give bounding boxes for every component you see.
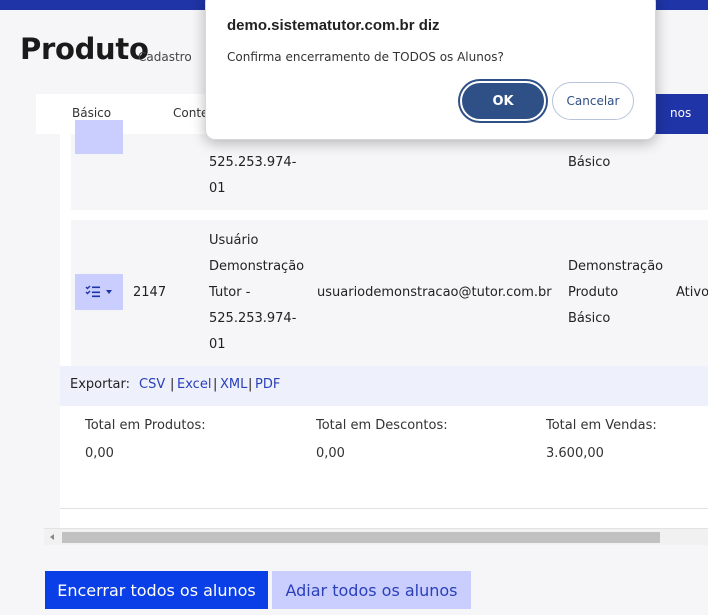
cancel-button[interactable]: Cancelar xyxy=(552,82,634,120)
export-xml-link[interactable]: XML xyxy=(220,377,247,392)
scrollbar-thumb[interactable] xyxy=(62,532,660,543)
export-separator: | xyxy=(213,377,218,392)
close-all-students-button[interactable]: Encerrar todos os alunos xyxy=(45,571,268,609)
table-row: 2147 Usuário Demonstração Tutor - 525.25… xyxy=(71,220,708,366)
product-name: Demonstração Produto Básico xyxy=(568,259,664,326)
dialog-title: demo.sistematutor.com.br diz xyxy=(227,17,440,34)
student-id: 2147 xyxy=(133,285,167,300)
export-csv-link[interactable]: CSV xyxy=(139,377,165,392)
page-title: Produto xyxy=(20,32,149,66)
row-actions-button[interactable] xyxy=(75,274,123,310)
student-name: 525.253.974- 01 xyxy=(209,155,297,196)
total-products: Total em Produtos: 0,00 xyxy=(85,418,206,461)
status-text: Ativo xyxy=(676,285,708,300)
ok-button[interactable]: OK xyxy=(460,81,546,121)
export-pdf-link[interactable]: PDF xyxy=(255,377,280,392)
product-name: Básico xyxy=(568,155,611,170)
caret-down-icon xyxy=(106,290,112,294)
confirm-dialog: demo.sistematutor.com.br diz Confirma en… xyxy=(205,0,656,140)
tab-conteudo[interactable]: Conte xyxy=(173,106,208,120)
export-separator: | xyxy=(170,377,175,392)
tab-basico[interactable]: Básico xyxy=(72,106,111,120)
student-name: Usuário Demonstração Tutor - 525.253.974… xyxy=(209,233,305,352)
totals-section: Total em Produtos: 0,00 Total em Descont… xyxy=(60,406,708,510)
divider xyxy=(60,508,708,509)
page-subtitle: Cadastro xyxy=(138,50,192,64)
export-excel-link[interactable]: Excel xyxy=(177,377,211,392)
total-discounts: Total em Descontos: 0,00 xyxy=(316,418,448,461)
horizontal-scrollbar[interactable] xyxy=(44,528,708,545)
export-separator: | xyxy=(248,377,253,392)
list-check-icon xyxy=(85,285,100,298)
dialog-message: Confirma encerramento de TODOS os Alunos… xyxy=(227,50,504,64)
row-actions-button[interactable] xyxy=(75,120,123,154)
student-email: usuariodemonstracao@tutor.com.br xyxy=(317,285,552,300)
export-bar: Exportar: CSV | Excel | XML | PDF xyxy=(60,366,708,406)
scroll-left-arrow-icon[interactable] xyxy=(50,534,54,540)
total-sales: Total em Vendas: 3.600,00 xyxy=(546,418,657,461)
table-row: 525.253.974- 01 Básico xyxy=(71,120,708,210)
postpone-all-students-button[interactable]: Adiar todos os alunos xyxy=(272,571,471,609)
export-label: Exportar: xyxy=(70,377,131,392)
